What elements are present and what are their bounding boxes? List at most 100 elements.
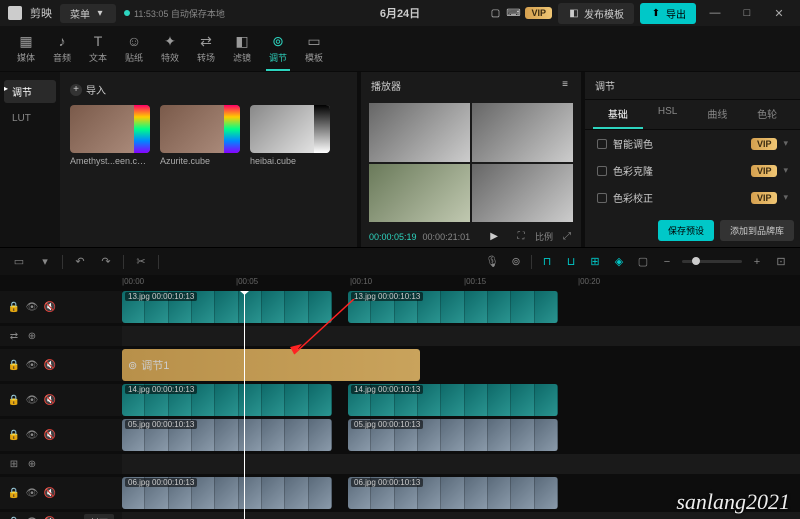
media-clip[interactable]: 05.jpg 00:00:10:13	[348, 419, 558, 451]
sidebar-item-调节[interactable]: 调节	[4, 80, 56, 103]
dropdown-icon[interactable]: ▾	[36, 253, 54, 271]
snap-icon[interactable]: ◈	[610, 253, 628, 271]
split-icon[interactable]: ✂	[132, 253, 150, 271]
add-track-icon[interactable]: ⊕	[26, 458, 38, 470]
magnet-icon[interactable]: ⊓	[538, 253, 556, 271]
sidebar-item-LUT[interactable]: LUT	[4, 109, 56, 128]
track-body[interactable]: 13.jpg 00:00:10:13 13.jpg 00:00:10:13	[122, 291, 800, 323]
checkbox[interactable]	[597, 166, 607, 176]
eye-icon[interactable]: 👁	[26, 487, 38, 499]
track-body[interactable]: ⊚调节1	[122, 349, 800, 381]
mic-icon[interactable]: 🎙	[483, 253, 501, 271]
tab-贴纸[interactable]: ☺贴纸	[116, 26, 152, 71]
undo-icon[interactable]: ↶	[71, 253, 89, 271]
tab-文本[interactable]: T文本	[80, 26, 116, 71]
eye-icon[interactable]: 👁	[26, 359, 38, 371]
lut-item[interactable]: heibai.cube	[250, 105, 330, 166]
add-brand-button[interactable]: 添加到品牌库	[720, 220, 794, 241]
mute-icon[interactable]: 🔇	[44, 487, 56, 499]
menu-button[interactable]: 菜单 ▾	[60, 4, 116, 23]
add-track-icon[interactable]: ⊕	[26, 330, 38, 342]
eye-icon[interactable]: 👁	[26, 301, 38, 313]
add-icon[interactable]: +	[226, 139, 238, 151]
mute-icon[interactable]: 🔇	[44, 301, 56, 313]
select-tool-icon[interactable]: ▭	[10, 253, 28, 271]
adjust-clip[interactable]: ⊚调节1	[122, 349, 420, 381]
mute-icon[interactable]: 🔇	[44, 429, 56, 441]
adjust-tab-曲线[interactable]: 曲线	[693, 100, 743, 129]
expand-icon[interactable]: ⤢	[561, 230, 573, 242]
adjust-row[interactable]: 色彩校正VIP▾	[585, 184, 800, 211]
lock-icon[interactable]: 🔒	[8, 394, 20, 406]
lut-grid: Amethyst...een.cube+Azurite.cubeheibai.c…	[70, 105, 347, 166]
mute-icon[interactable]: 🔇	[44, 394, 56, 406]
playhead[interactable]	[244, 291, 245, 519]
fit-icon[interactable]: ⊡	[772, 253, 790, 271]
tab-转场[interactable]: ⇄转场	[188, 26, 224, 71]
lock-icon[interactable]: 🔒	[8, 487, 20, 499]
record-icon[interactable]: ⊚	[507, 253, 525, 271]
layout-icon[interactable]: ▢	[489, 7, 501, 19]
adjust-tab-HSL[interactable]: HSL	[643, 100, 693, 129]
eye-icon[interactable]: 👁	[26, 394, 38, 406]
tab-调节[interactable]: ⊚调节	[260, 26, 296, 71]
track-body[interactable]: 05.jpg 00:00:10:13 05.jpg 00:00:10:13	[122, 419, 800, 451]
chevron-down-icon[interactable]: ▾	[783, 192, 788, 203]
adjust-tab-色轮[interactable]: 色轮	[742, 100, 792, 129]
track-body[interactable]: 14.jpg 00:00:10:13 14.jpg 00:00:10:13	[122, 384, 800, 416]
mute-icon[interactable]: 🔇	[44, 359, 56, 371]
preview-axis-icon[interactable]: ⊞	[586, 253, 604, 271]
eye-icon[interactable]: 👁	[26, 429, 38, 441]
adjust-row[interactable]: 色彩克隆VIP▾	[585, 157, 800, 184]
export-button[interactable]: ⬆ 导出	[640, 3, 696, 24]
chevron-down-icon[interactable]: ▾	[783, 165, 788, 176]
checkbox[interactable]	[597, 193, 607, 203]
save-preset-button[interactable]: 保存预设	[658, 220, 714, 241]
adjust-tab-基础[interactable]: 基础	[593, 100, 643, 129]
screen-icon[interactable]: ▢	[634, 253, 652, 271]
media-clip[interactable]: 05.jpg 00:00:10:13	[122, 419, 332, 451]
ratio-button[interactable]: 比例	[535, 230, 553, 243]
zoom-in-icon[interactable]: +	[748, 253, 766, 271]
import-button[interactable]: + 导入	[70, 82, 347, 97]
track-body[interactable]	[122, 454, 800, 474]
minimize-button[interactable]: —	[702, 3, 728, 23]
lock-icon[interactable]: 🔒	[8, 301, 20, 313]
tab-媒体[interactable]: ▦媒体	[8, 26, 44, 71]
media-clip[interactable]: 13.jpg 00:00:10:13	[122, 291, 332, 323]
tab-模板[interactable]: ▭模板	[296, 26, 332, 71]
media-clip[interactable]: 13.jpg 00:00:10:13	[348, 291, 558, 323]
publish-button[interactable]: ◧ 发布模板	[558, 3, 634, 24]
link-icon[interactable]: ⊔	[562, 253, 580, 271]
lut-item[interactable]: +Azurite.cube	[160, 105, 240, 166]
zoom-slider[interactable]	[682, 260, 742, 263]
shortcut-icon[interactable]: ⌨	[507, 7, 519, 19]
close-button[interactable]: ✕	[766, 3, 792, 23]
tab-icon: ♪	[54, 33, 70, 49]
media-clip[interactable]: 14.jpg 00:00:10:13	[122, 384, 332, 416]
time-ruler[interactable]: |00:00|00:05|00:10|00:15|00:20	[0, 275, 800, 291]
lock-icon[interactable]: 🔒	[8, 359, 20, 371]
media-clip[interactable]: 14.jpg 00:00:10:13	[348, 384, 558, 416]
track-type-icon[interactable]: ⇄	[8, 330, 20, 342]
tab-滤镜[interactable]: ◧滤镜	[224, 26, 260, 71]
lut-item[interactable]: Amethyst...een.cube	[70, 105, 150, 166]
adjust-row[interactable]: 智能调色VIP▾	[585, 130, 800, 157]
track-type-icon[interactable]: ⊞	[8, 458, 20, 470]
tab-音频[interactable]: ♪音频	[44, 26, 80, 71]
track-body[interactable]	[122, 326, 800, 346]
maximize-button[interactable]: □	[734, 3, 760, 23]
chevron-down-icon[interactable]: ▾	[783, 138, 788, 149]
fullscreen-icon[interactable]: ⛶	[515, 230, 527, 242]
tab-特效[interactable]: ✦特效	[152, 26, 188, 71]
cover-button[interactable]: 封面	[84, 514, 114, 519]
checkbox[interactable]	[597, 139, 607, 149]
lock-icon[interactable]: 🔒	[8, 429, 20, 441]
zoom-out-icon[interactable]: −	[658, 253, 676, 271]
media-clip[interactable]: 06.jpg 00:00:10:13	[348, 477, 558, 509]
redo-icon[interactable]: ↷	[97, 253, 115, 271]
media-clip[interactable]: 06.jpg 00:00:10:13	[122, 477, 332, 509]
vip-badge[interactable]: VIP	[525, 7, 552, 19]
play-icon[interactable]: ▶	[488, 231, 500, 243]
player-menu-icon[interactable]: ≡	[559, 78, 571, 90]
